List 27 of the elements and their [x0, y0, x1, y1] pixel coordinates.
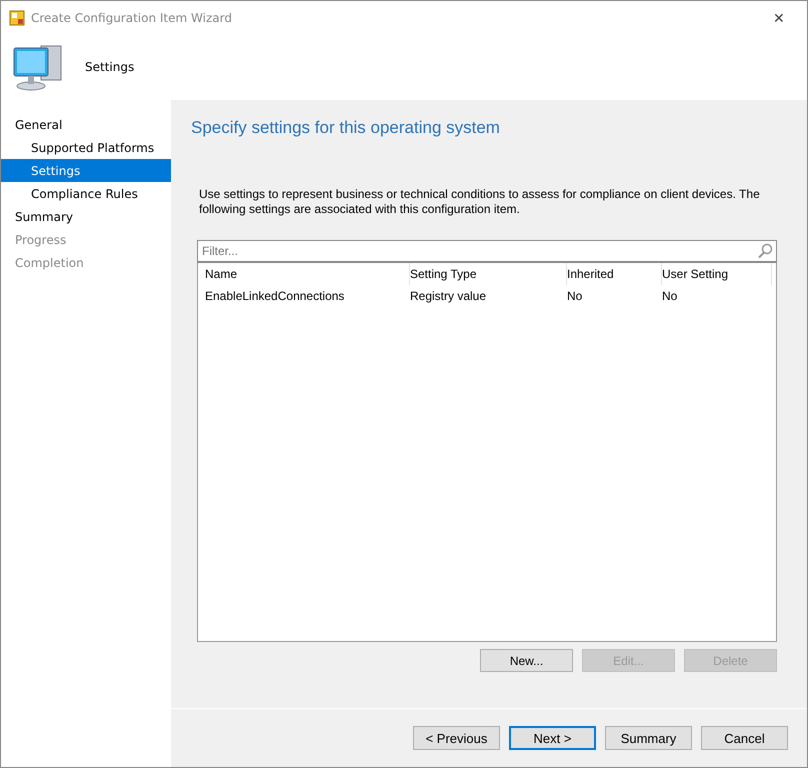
table-cell-text: EnableLinkedConnections — [205, 289, 346, 303]
table-cell-text: No — [662, 289, 678, 303]
column-header[interactable]: Setting Type — [410, 263, 567, 285]
search-icon — [757, 243, 773, 259]
sidebar-item[interactable]: Supported Platforms — [1, 136, 171, 159]
table-cell-text: Registry value — [410, 289, 488, 303]
app-icon — [9, 10, 25, 26]
close-button[interactable]: ✕ — [759, 2, 799, 32]
wizard-button[interactable]: Summary — [605, 726, 692, 750]
sidebar-item[interactable]: Summary — [1, 205, 171, 228]
wizard-button[interactable]: Cancel — [701, 726, 788, 750]
window-title: Create Configuration Item Wizard — [31, 10, 233, 24]
table-button[interactable]: New... — [480, 649, 573, 672]
sidebar-item[interactable]: General — [1, 113, 171, 136]
filter-field[interactable]: Filter... — [197, 240, 777, 263]
description: Use settings to represent business or technical conditions to assess for compliance on client devices. The following settings are associated with this configuration item. — [198, 187, 761, 217]
table-row[interactable]: EnableLinkedConnections Registry value No No — [198, 285, 776, 307]
page-heading: Specify settings for this operating system — [191, 118, 501, 138]
table-cell-text: No — [567, 289, 584, 303]
header-title: Settings — [85, 60, 134, 74]
wizard-button[interactable]: Next > — [509, 726, 596, 750]
sidebar-item[interactable]: Compliance Rules — [1, 182, 171, 205]
column-header[interactable]: User Setting — [662, 263, 772, 285]
wizard-button[interactable]: < Previous — [413, 726, 500, 750]
column-header[interactable]: Name — [205, 263, 410, 285]
sidebar-item[interactable]: Settings — [1, 159, 171, 182]
column-header[interactable]: Inherited — [567, 263, 662, 285]
